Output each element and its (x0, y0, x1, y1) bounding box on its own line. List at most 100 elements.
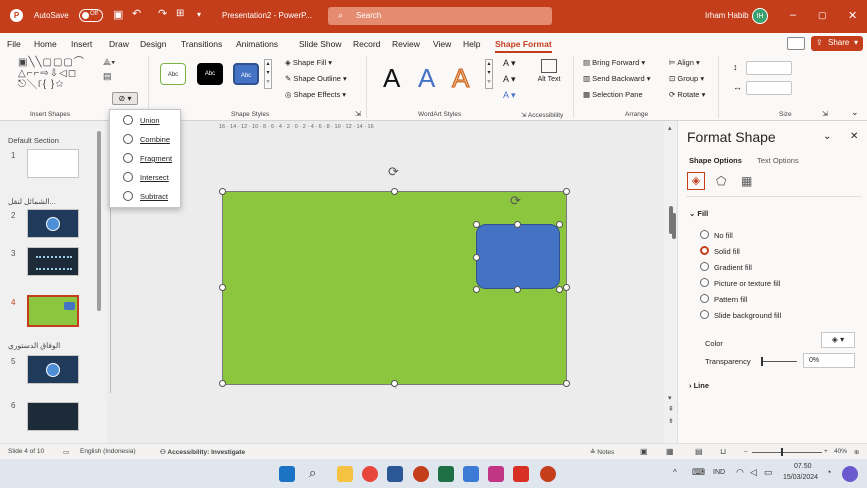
slide-thumbnail-6[interactable] (27, 402, 79, 431)
prev-slide-icon[interactable]: ⇞ (668, 405, 674, 413)
clock-time[interactable]: 07.50 (794, 463, 812, 470)
resize-handle[interactable] (556, 221, 563, 228)
tab-record[interactable]: Record (353, 39, 380, 49)
slide-thumbnail-5[interactable] (27, 355, 79, 384)
redo-icon[interactable]: ↷ (158, 7, 167, 20)
rotate-handle-icon[interactable]: ⟳ (510, 193, 521, 209)
merge-fragment-item[interactable]: Fragment (110, 149, 180, 167)
alt-text-button[interactable]: Alt Text (535, 59, 563, 84)
solid-fill-radio[interactable] (700, 246, 709, 255)
tab-shape-options[interactable]: Shape Options (689, 156, 742, 165)
slide-thumbnail-1[interactable] (27, 149, 79, 178)
slideshow-icon[interactable]: ⊔ (720, 447, 726, 456)
effects-icon[interactable]: ⬠ (716, 174, 726, 188)
customize-toolbar-icon[interactable]: ▾ (197, 10, 201, 19)
collapse-ribbon-icon[interactable]: ⌄ (851, 107, 859, 118)
resize-handle[interactable] (514, 221, 521, 228)
shapes-gallery[interactable]: ▣╲╲▢▢▢⌒ △⌐⌐⇨⇩◁◻ ⎋╲⌈{ }☆ (18, 57, 96, 93)
notes-button[interactable]: ≙ Notes (590, 448, 614, 456)
minimize-icon[interactable]: – (790, 9, 796, 21)
fill-section-header[interactable]: ⌄ Fill (689, 209, 708, 218)
section-2[interactable]: الشمائل لنقل... (8, 197, 56, 206)
save-icon[interactable]: ▣ (113, 8, 123, 21)
picture-fill-radio[interactable] (700, 278, 709, 287)
pane-options-chevron-icon[interactable]: ⌄ (823, 131, 831, 142)
shape-styles-launcher-icon[interactable]: ⇲ (355, 110, 361, 118)
comments-icon[interactable] (787, 37, 805, 50)
shape-style-3[interactable]: Abc (233, 63, 259, 85)
notification-bell-icon[interactable]: ◔ (826, 467, 831, 477)
pdf-icon[interactable] (513, 466, 529, 482)
resize-handle[interactable] (473, 286, 480, 293)
tab-home[interactable]: Home (34, 39, 57, 49)
maximize-icon[interactable]: ▢ (818, 10, 827, 21)
align-button[interactable]: ⊨ Align ▾ (669, 58, 700, 67)
scroll-up-icon[interactable]: ▴ (668, 124, 672, 132)
close-pane-icon[interactable]: ✕ (850, 131, 858, 142)
resize-handle[interactable] (563, 380, 570, 387)
tab-file[interactable]: File (7, 39, 21, 49)
resize-handle[interactable] (473, 221, 480, 228)
size-properties-icon[interactable]: ▦ (741, 174, 752, 188)
tab-text-options[interactable]: Text Options (757, 156, 799, 165)
transparency-slider-thumb[interactable] (761, 357, 763, 366)
send-backward-button[interactable]: ▥ Send Backward ▾ (583, 74, 651, 83)
windows-start-icon[interactable] (279, 466, 295, 482)
wordart-style-orange[interactable]: A (451, 63, 469, 94)
merge-intersect-item[interactable]: Intersect (110, 168, 180, 186)
accessibility-status[interactable]: ⚇ Accessibility: Investigate (160, 448, 245, 456)
tab-shape-format[interactable]: Shape Format (495, 39, 552, 53)
resize-handle[interactable] (391, 380, 398, 387)
bring-forward-button[interactable]: ▤ Bring Forward ▾ (583, 58, 645, 67)
clock-date[interactable]: 15/03/2024 (783, 474, 818, 481)
tab-transitions[interactable]: Transitions (181, 39, 222, 49)
tab-review[interactable]: Review (392, 39, 420, 49)
keyboard-icon[interactable]: ⌨ (692, 467, 705, 478)
pane-scrollbar[interactable] (672, 213, 676, 239)
tab-slide-show[interactable]: Slide Show (299, 39, 342, 49)
wordart-style-blue[interactable]: A (418, 63, 435, 94)
pattern-fill-radio[interactable] (700, 294, 709, 303)
resize-handle[interactable] (219, 284, 226, 291)
volume-icon[interactable]: ◁ (750, 467, 757, 478)
slide-sorter-icon[interactable]: ▦ (666, 447, 674, 456)
avatar[interactable]: IH (752, 8, 768, 24)
group-button[interactable]: ⊡ Group ▾ (669, 74, 704, 83)
tab-draw[interactable]: Draw (109, 39, 129, 49)
text-effects-icon[interactable]: A ▾ (503, 90, 516, 101)
line-section-header[interactable]: › Line (689, 381, 709, 390)
instagram-icon[interactable] (488, 466, 504, 482)
fill-line-icon[interactable]: ◈ (687, 172, 705, 190)
tab-animations[interactable]: Animations (236, 39, 278, 49)
tab-design[interactable]: Design (140, 39, 166, 49)
text-box-icon[interactable]: ▤ (103, 71, 112, 82)
slide-thumbnail-4[interactable] (27, 295, 79, 327)
section-default[interactable]: Default Section (8, 136, 59, 145)
merge-combine-item[interactable]: Combine (110, 130, 180, 148)
excel-icon[interactable] (438, 466, 454, 482)
height-field[interactable] (746, 61, 792, 75)
edit-shape-icon[interactable]: ⟁▾ (103, 57, 115, 68)
selection-pane-button[interactable]: ▦ Selection Pane (583, 90, 643, 99)
shape-outline-button[interactable]: ✎ Shape Outline ▾ (285, 74, 347, 83)
zoom-level[interactable]: 40% (834, 448, 847, 455)
tab-insert[interactable]: Insert (71, 39, 92, 49)
shape-style-2[interactable]: Abc (197, 63, 223, 85)
blue-rounded-rectangle-shape[interactable] (476, 224, 560, 289)
chrome-icon[interactable] (362, 466, 378, 482)
resize-handle[interactable] (391, 188, 398, 195)
tray-chevron-icon[interactable]: ^ (673, 468, 677, 477)
wordart-style-black[interactable]: A (383, 63, 400, 94)
battery-icon[interactable]: ▭ (764, 467, 773, 478)
zoom-in-icon[interactable]: + (824, 448, 828, 455)
close-icon[interactable]: ✕ (848, 9, 857, 22)
transparency-field[interactable]: 0% (803, 353, 855, 368)
resize-handle[interactable] (563, 284, 570, 291)
active-powerpoint-icon[interactable] (540, 466, 556, 482)
wordart-scroll[interactable]: ▴ ▾ ▿ (485, 59, 493, 89)
normal-view-icon[interactable]: ▣ (640, 447, 648, 456)
share-button[interactable]: ⇪ Share ▾ (811, 36, 863, 51)
word-icon[interactable] (387, 466, 403, 482)
section-3[interactable]: الوفاق الدستوري (8, 341, 60, 350)
store-icon[interactable] (463, 466, 479, 482)
